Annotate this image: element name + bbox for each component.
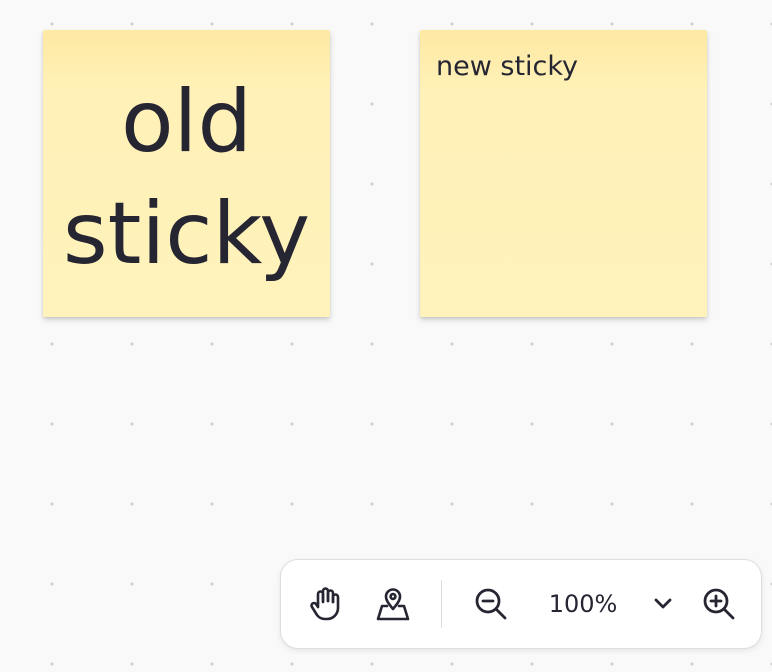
minimap-button[interactable] (373, 560, 413, 648)
sticky-note-text: old sticky (62, 71, 311, 284)
zoom-in-icon (703, 588, 735, 620)
zoom-out-button[interactable] (471, 560, 511, 648)
sticky-note-old[interactable]: old sticky (43, 30, 330, 317)
zoom-dropdown-button[interactable] (645, 560, 681, 648)
sticky-note-text: new sticky (436, 51, 579, 82)
sticky-note-new[interactable]: new sticky (420, 30, 707, 317)
zoom-in-button[interactable] (699, 560, 739, 648)
hand-tool-button[interactable] (305, 560, 345, 648)
toolbar-divider (441, 580, 442, 628)
map-pin-icon (376, 588, 410, 621)
zoom-out-icon (475, 588, 507, 620)
chevron-down-icon (654, 598, 672, 609)
zoom-level-label: 100% (548, 590, 618, 618)
hand-icon (310, 587, 340, 621)
canvas-toolbar: 100% (280, 559, 762, 649)
